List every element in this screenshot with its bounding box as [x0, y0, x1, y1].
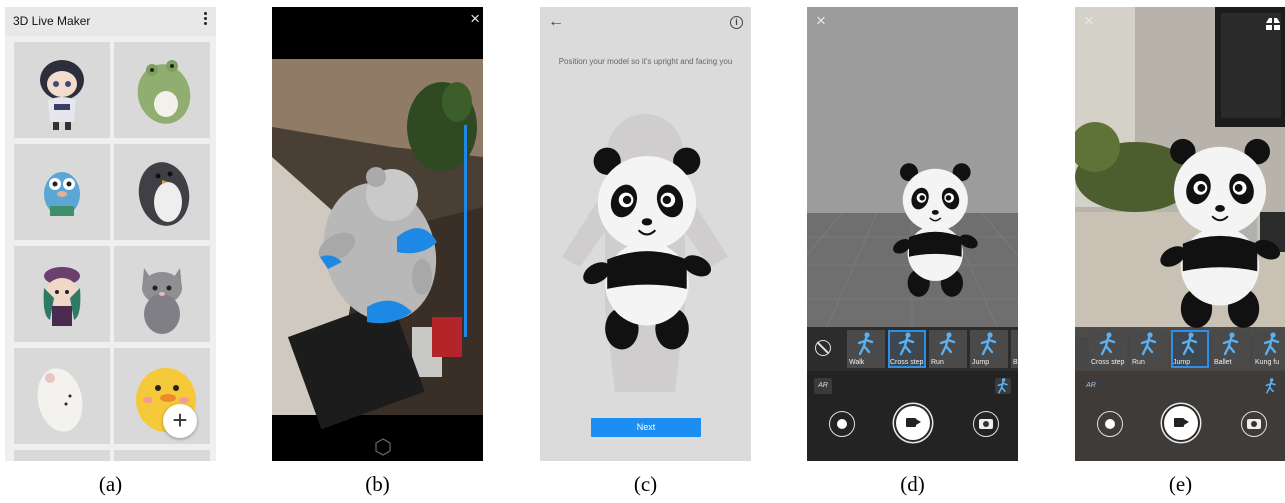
record-video-button[interactable]	[1164, 406, 1198, 440]
caption-c: (c)	[633, 472, 658, 496]
runner-icon	[1220, 332, 1242, 356]
white-hamster-plush-icon	[37, 368, 83, 432]
motion-button[interactable]	[1263, 378, 1279, 394]
ar-toggle-button[interactable]: AR	[814, 378, 832, 394]
runner-icon	[896, 332, 918, 356]
position-model-screen: ← i Position your model so it's upright …	[540, 7, 751, 461]
blue-gopher-figure-icon	[44, 172, 80, 216]
animation-jump[interactable]: Jump	[970, 330, 1008, 368]
record-mode-button[interactable]	[829, 411, 855, 437]
animation-ballet[interactable]: Ballet	[1212, 330, 1250, 368]
model-gallery-screen: 3D Live Maker +	[5, 7, 216, 461]
video-camera-icon	[906, 418, 921, 427]
model-tile-green-frog[interactable]	[114, 42, 210, 138]
more-vert-icon[interactable]	[202, 12, 208, 28]
runner-icon	[1138, 332, 1160, 356]
model-tile-blue-gopher[interactable]	[14, 144, 110, 240]
app-title: 3D Live Maker	[13, 14, 91, 28]
runner-icon	[1097, 332, 1119, 356]
back-arrow-icon[interactable]: ←	[548, 13, 564, 31]
caption-a: (a)	[98, 472, 123, 496]
camera-icon	[1251, 421, 1257, 427]
ar-animation-screen: × Cross step Run Jump Ballet Kung fu AR	[1075, 7, 1285, 461]
plane-detected-icon[interactable]	[1266, 18, 1280, 30]
caption-d: (d)	[900, 472, 925, 496]
model-tile-gray-cat[interactable]	[114, 246, 210, 342]
animation-run[interactable]: Run	[1130, 330, 1168, 368]
runner-icon	[1179, 332, 1201, 356]
add-model-button[interactable]: +	[163, 404, 197, 438]
animation-cross-step[interactable]: Cross step	[888, 330, 926, 368]
model-tile-penguin[interactable]	[114, 144, 210, 240]
camera-controls: AR	[1075, 371, 1285, 461]
runner-icon	[995, 378, 1011, 394]
yellow-chick-plush-icon	[136, 368, 196, 432]
no-animation-icon[interactable]	[815, 340, 831, 356]
animation-cross-step[interactable]: Cross step	[1089, 330, 1127, 368]
panda-model[interactable]	[891, 159, 981, 299]
runner-icon	[1263, 378, 1279, 394]
take-photo-button[interactable]	[1241, 411, 1267, 437]
scan-progress-bar	[464, 125, 467, 337]
animation-strip: Walk Cross step Run Jump B	[807, 327, 1018, 371]
runner-icon	[978, 332, 1000, 356]
camera-scan-view	[272, 7, 483, 461]
ar-toggle-button[interactable]: AR	[1082, 378, 1100, 394]
record-mode-button[interactable]	[1097, 411, 1123, 437]
penguin-plush-icon	[138, 162, 190, 226]
model-tile-anime-girl[interactable]	[14, 42, 110, 138]
motion-button[interactable]	[995, 378, 1011, 394]
model-tile-partial-left[interactable]	[14, 450, 110, 461]
anime-girl-figure-icon	[40, 60, 84, 130]
close-icon[interactable]: ×	[470, 9, 480, 29]
caption-b: (b)	[365, 472, 390, 496]
caption-e: (e)	[1168, 472, 1193, 496]
video-camera-icon	[1174, 418, 1189, 427]
purple-hat-figure-icon	[43, 267, 81, 326]
close-icon[interactable]: ×	[1084, 11, 1094, 31]
position-instruction: Position your model so it's upright and …	[558, 57, 733, 66]
take-photo-button[interactable]	[973, 411, 999, 437]
animation-walk[interactable]: Walk	[847, 330, 885, 368]
animation-partial[interactable]: B	[1011, 330, 1018, 368]
camera-controls: AR	[807, 371, 1018, 461]
runner-icon	[855, 332, 877, 356]
model-tile-yellow-chick[interactable]	[114, 348, 210, 444]
gray-cat-plush-icon	[142, 268, 182, 334]
next-button[interactable]: Next	[591, 418, 701, 437]
runner-icon	[1261, 332, 1283, 356]
animation-preview-screen: × Walk Cross step Run Jump B AR	[807, 7, 1018, 461]
record-video-button[interactable]	[896, 406, 930, 440]
animation-run[interactable]: Run	[929, 330, 967, 368]
model-tile-partial-right[interactable]	[114, 450, 210, 461]
model-tile-white-hamster[interactable]	[14, 348, 110, 444]
model-tile-purple-hat[interactable]	[14, 246, 110, 342]
animation-jump[interactable]: Jump	[1171, 330, 1209, 368]
green-frog-plush-icon	[137, 60, 191, 124]
close-icon[interactable]: ×	[816, 11, 826, 31]
info-icon[interactable]: i	[730, 16, 743, 29]
animation-strip: Cross step Run Jump Ballet Kung fu	[1075, 327, 1285, 371]
panda-model[interactable]	[580, 142, 716, 352]
panda-model[interactable]	[1157, 134, 1285, 330]
app-bar: 3D Live Maker	[5, 7, 216, 36]
scanning-screen: ×	[272, 7, 483, 461]
animation-kung-fu[interactable]: Kung fu	[1253, 330, 1285, 368]
runner-icon	[937, 332, 959, 356]
camera-icon	[983, 421, 989, 427]
